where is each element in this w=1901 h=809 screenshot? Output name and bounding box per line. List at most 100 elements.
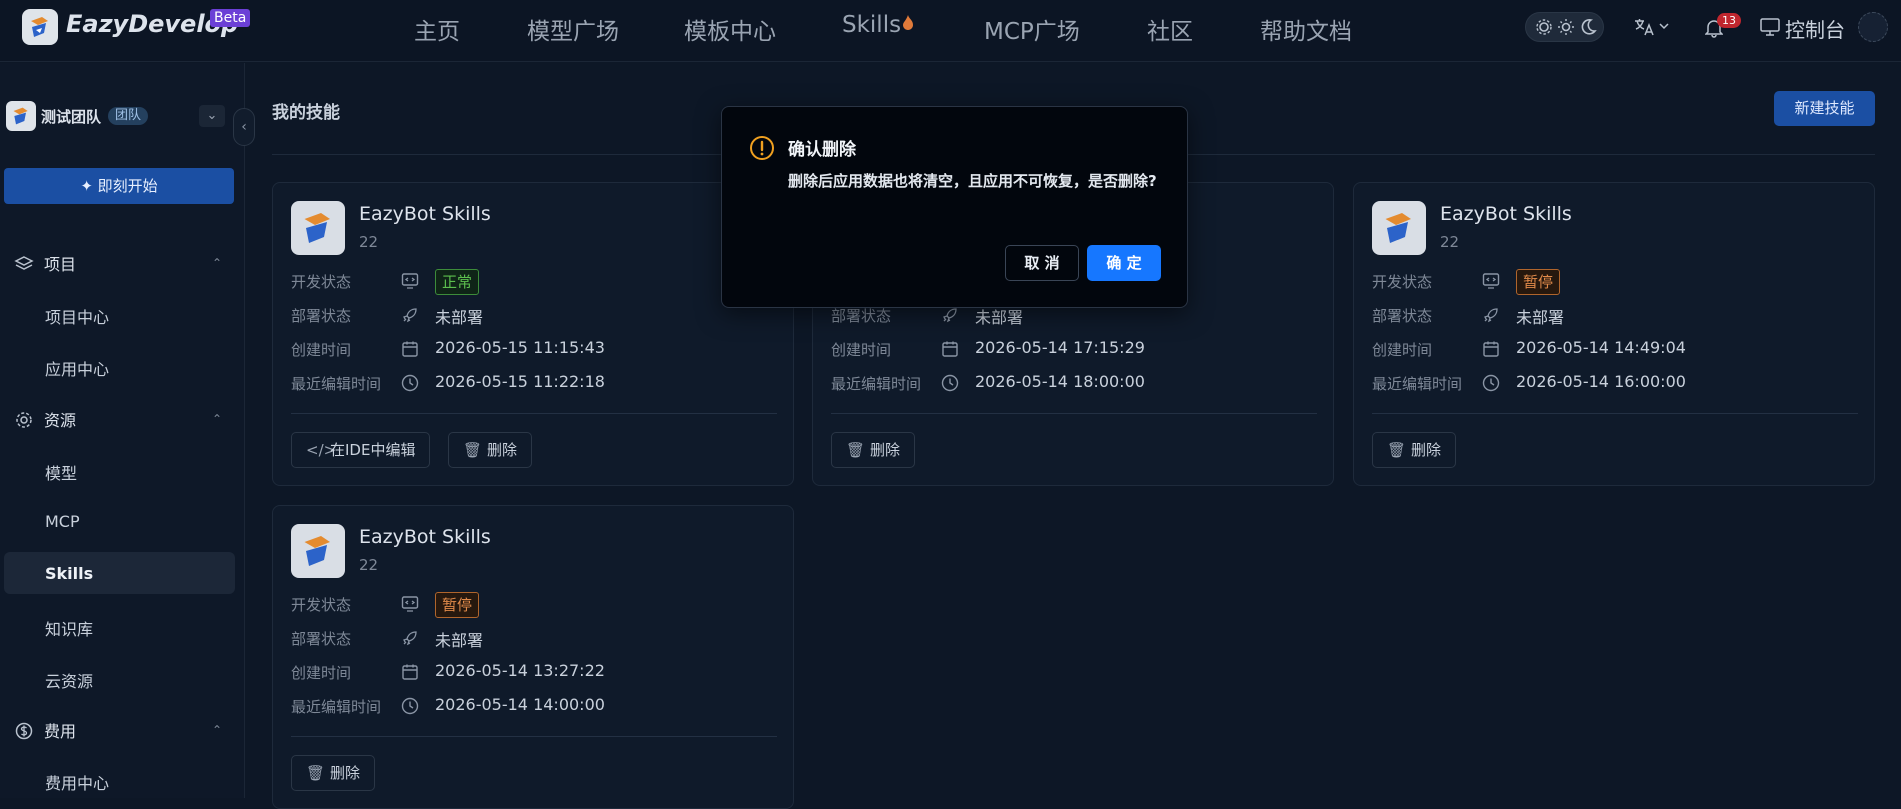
delete-button[interactable]: 🗑 删除 xyxy=(291,755,376,791)
skill-title[interactable]: EazyBot Skills xyxy=(359,203,491,225)
chevron-down-icon[interactable] xyxy=(1658,20,1670,32)
edited-value: 2026-05-14 18:00:00 xyxy=(975,372,1145,391)
skill-card: EazyBot Skills 22 开发状态 暂停 部署状态 未部署 创建时间 … xyxy=(272,505,794,809)
dialog-message: 删除后应用数据也将清空，且应用不可恢复，是否删除? xyxy=(788,172,1157,190)
clock-icon xyxy=(941,374,959,392)
flame-icon xyxy=(903,15,913,30)
chevron-up-icon[interactable]: ⌃ xyxy=(212,723,222,737)
clock-icon xyxy=(401,697,419,715)
sidebar-item-skills[interactable]: Skills xyxy=(45,564,93,583)
clock-icon xyxy=(1482,374,1500,392)
sun-icon[interactable] xyxy=(1554,16,1578,38)
monitor-icon[interactable] xyxy=(1760,18,1780,36)
trash-icon: 🗑 xyxy=(846,441,866,459)
nav-template-center[interactable]: 模板中心 xyxy=(684,12,776,46)
dev-status-label: 开发状态 xyxy=(291,273,352,291)
sidebar-item-knowledge-base[interactable]: 知识库 xyxy=(45,616,93,640)
skill-logo-icon xyxy=(1372,201,1426,255)
rocket-icon xyxy=(403,308,417,323)
chevron-up-icon[interactable]: ⌃ xyxy=(212,256,222,270)
warning-icon xyxy=(750,136,774,160)
moon-icon[interactable] xyxy=(1576,16,1600,38)
delete-button[interactable]: 🗑 删除 xyxy=(831,432,916,468)
nav-home[interactable]: 主页 xyxy=(414,12,460,46)
translate-icon[interactable] xyxy=(1633,17,1655,37)
skill-title[interactable]: EazyBot Skills xyxy=(359,526,491,548)
status-badge: 暂停 xyxy=(435,592,480,618)
sidebar-section-billing[interactable]: 费用 xyxy=(14,718,76,742)
theme-switcher[interactable] xyxy=(1525,12,1604,42)
notification-badge: 13 xyxy=(1717,13,1741,28)
created-value: 2026-05-15 11:15:43 xyxy=(435,338,605,357)
edit-in-ide-button[interactable]: </>在IDE中编辑 xyxy=(291,432,431,468)
skill-number: 22 xyxy=(359,556,379,574)
calendar-icon xyxy=(402,664,418,680)
sidebar-item-model[interactable]: 模型 xyxy=(45,460,77,484)
nav-community[interactable]: 社区 xyxy=(1147,12,1193,46)
deploy-status-value: 未部署 xyxy=(1516,308,1565,327)
trash-icon: 🗑 xyxy=(306,764,326,782)
sidebar-section-projects[interactable]: 项目 xyxy=(14,251,76,275)
sidebar-collapse-button[interactable]: ‹ xyxy=(233,108,255,146)
cancel-button[interactable]: 取 消 xyxy=(1005,245,1079,281)
status-badge: 正常 xyxy=(435,269,480,295)
start-now-button[interactable]: ✦ 即刻开始 xyxy=(4,168,234,204)
chevron-up-icon[interactable]: ⌃ xyxy=(212,412,222,426)
deploy-status-label: 部署状态 xyxy=(291,307,352,325)
deploy-status-value: 未部署 xyxy=(435,631,484,650)
edited-label: 最近编辑时间 xyxy=(1372,375,1463,393)
created-label: 创建时间 xyxy=(1372,341,1433,359)
sidebar-item-project-center[interactable]: 项目中心 xyxy=(45,304,109,328)
clock-icon xyxy=(401,374,419,392)
code-icon: </> xyxy=(306,441,337,459)
delete-button[interactable]: 🗑 删除 xyxy=(1372,432,1457,468)
nav-model-square[interactable]: 模型广场 xyxy=(527,12,619,46)
nav-skills[interactable]: Skills xyxy=(842,12,901,38)
layers-icon xyxy=(14,256,34,270)
code-monitor-icon xyxy=(1482,273,1500,289)
sidebar-section-resources[interactable]: 资源 xyxy=(14,407,76,431)
deploy-status-label: 部署状态 xyxy=(831,307,892,325)
calendar-icon xyxy=(942,341,958,357)
console-link[interactable]: 控制台 xyxy=(1785,14,1845,43)
skill-title[interactable]: EazyBot Skills xyxy=(1440,203,1572,225)
code-monitor-icon xyxy=(401,273,419,289)
logo-icon[interactable] xyxy=(22,9,58,45)
sidebar-item-mcp[interactable]: MCP xyxy=(45,512,80,531)
rocket-icon xyxy=(943,308,957,323)
section-label: 项目 xyxy=(44,255,77,274)
team-name[interactable]: 测试团队 xyxy=(41,106,101,127)
gear-icon[interactable] xyxy=(1532,16,1556,38)
nav-mcp-square[interactable]: MCP广场 xyxy=(984,12,1080,46)
beta-badge: Beta xyxy=(210,9,251,27)
delete-button[interactable]: 🗑 删除 xyxy=(448,432,533,468)
edit-in-ide-label: 在IDE中编辑 xyxy=(330,441,416,459)
delete-label: 删除 xyxy=(1411,441,1442,459)
divider xyxy=(291,413,777,414)
new-skill-button[interactable]: 新建技能 xyxy=(1774,91,1875,126)
sidebar-item-cloud-resources[interactable]: 云资源 xyxy=(45,668,93,692)
nav-help-docs[interactable]: 帮助文档 xyxy=(1260,12,1352,46)
dev-status-label: 开发状态 xyxy=(291,596,352,614)
avatar[interactable] xyxy=(1858,12,1888,42)
divider xyxy=(1372,413,1858,414)
skill-number: 22 xyxy=(1440,233,1460,251)
confirm-button[interactable]: 确 定 xyxy=(1087,245,1161,281)
calendar-icon xyxy=(402,341,418,357)
edited-value: 2026-05-15 11:22:18 xyxy=(435,372,605,391)
team-logo-icon xyxy=(6,101,36,131)
skill-card: EazyBot Skills 22 开发状态 正常 部署状态 未部署 创建时间 … xyxy=(272,182,794,486)
deploy-status-label: 部署状态 xyxy=(291,630,352,648)
trash-icon: 🗑 xyxy=(463,441,483,459)
deploy-status-value: 未部署 xyxy=(435,308,484,327)
section-label: 费用 xyxy=(44,722,77,741)
sidebar-item-app-center[interactable]: 应用中心 xyxy=(45,356,109,380)
created-value: 2026-05-14 13:27:22 xyxy=(435,661,605,680)
team-switch-chevron-icon[interactable]: ⌄ xyxy=(199,105,225,127)
rocket-icon xyxy=(1484,308,1498,323)
delete-label: 删除 xyxy=(870,441,901,459)
sidebar-item-billing-center[interactable]: 费用中心 xyxy=(45,770,109,794)
section-label: 资源 xyxy=(44,411,77,430)
edited-label: 最近编辑时间 xyxy=(831,375,922,393)
trash-icon: 🗑 xyxy=(1387,441,1407,459)
